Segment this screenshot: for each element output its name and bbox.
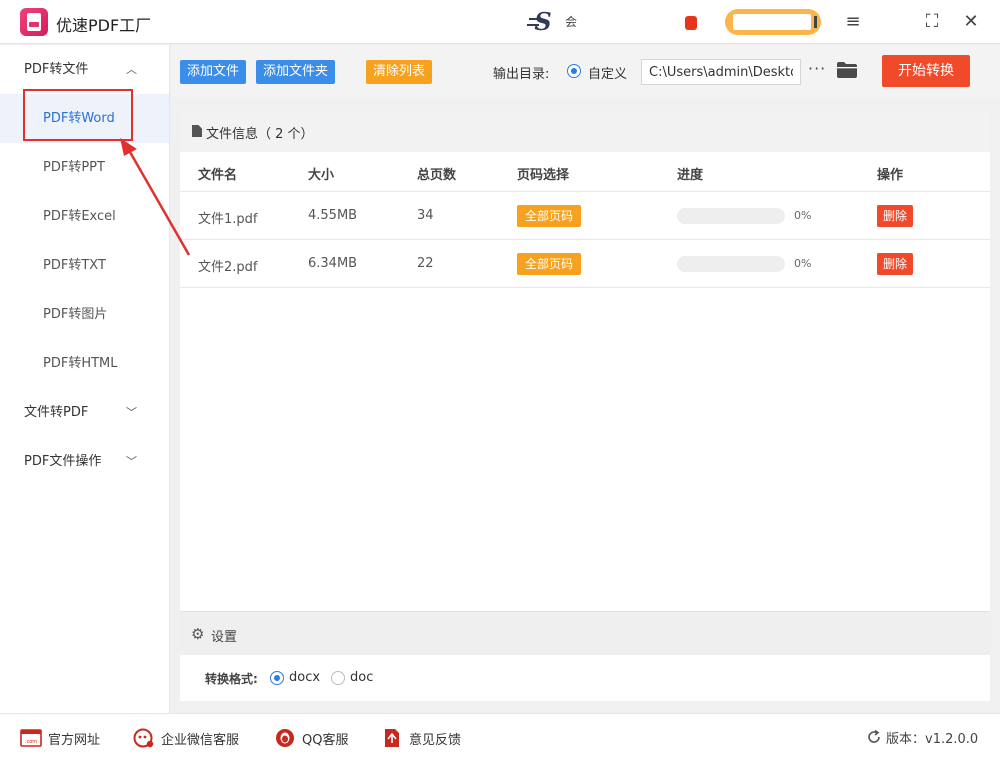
output-path-input[interactable] xyxy=(641,59,801,85)
progress-text: 0% xyxy=(794,209,812,222)
svg-text:.com: .com xyxy=(25,739,37,745)
file-size: 6.34MB xyxy=(308,256,358,271)
folder-icon[interactable] xyxy=(837,62,857,78)
maximize-icon[interactable]: ⛶ xyxy=(918,8,946,36)
sidebar: PDF转文件 ︿ PDF转Word PDF转PPT PDF转Excel PDF转… xyxy=(0,45,170,713)
format-radio-doc[interactable] xyxy=(331,671,345,685)
qq-icon xyxy=(276,729,294,747)
column-header: 页码选择 xyxy=(517,168,570,183)
sidebar-group-pdf-operations[interactable]: PDF文件操作 ﹀ xyxy=(0,437,169,486)
column-header: 总页数 xyxy=(417,168,457,183)
chevron-down-icon: ﹀ xyxy=(126,455,137,468)
sidebar-item-pdf-to-image[interactable]: PDF转图片 xyxy=(0,290,169,339)
file-panel-header: 文件信息（ 2 个） xyxy=(180,111,990,152)
settings-title: 设置 xyxy=(211,630,238,645)
title-bar: 优速PDF工厂 S 会 ≡ ⛶ ✕ xyxy=(0,0,1000,44)
sidebar-group-label: PDF转文件 xyxy=(24,62,89,77)
app-title: 优速PDF工厂 xyxy=(56,16,152,35)
user-logo-icon: S xyxy=(527,10,557,34)
footer-link-label: 企业微信客服 xyxy=(161,733,240,748)
notification-badge[interactable] xyxy=(685,16,697,30)
progress-bar xyxy=(677,208,785,224)
add-folder-button[interactable]: 添加文件夹 xyxy=(256,60,336,84)
file-pages: 22 xyxy=(417,256,434,271)
file-name: 文件2.pdf xyxy=(198,260,258,275)
settings-header: ⚙ 设置 xyxy=(180,611,990,655)
version-text: 版本：v1.2.0.0 xyxy=(886,732,979,747)
chevron-up-icon: ︿ xyxy=(126,63,137,76)
footer-link-label: 意见反馈 xyxy=(409,733,462,748)
column-header: 大小 xyxy=(308,168,335,183)
user-name: 会 xyxy=(565,15,578,29)
chevron-down-icon: ﹀ xyxy=(126,406,137,419)
column-header: 进度 xyxy=(677,168,704,183)
settings-body: 转换格式: docx doc xyxy=(180,655,990,701)
output-dir-label: 输出目录: xyxy=(493,67,550,82)
document-icon xyxy=(192,125,202,137)
table-header: 文件名 大小 总页数 页码选择 进度 操作 xyxy=(180,152,990,192)
sidebar-group-label: PDF文件操作 xyxy=(24,454,102,469)
sidebar-item-pdf-to-html[interactable]: PDF转HTML xyxy=(0,339,169,388)
close-icon[interactable]: ✕ xyxy=(957,8,985,36)
custom-output-radio[interactable] xyxy=(567,64,581,78)
web-icon: .com xyxy=(20,729,42,747)
feedback-icon xyxy=(385,729,399,747)
gear-icon: ⚙ xyxy=(191,625,205,643)
progress-bar xyxy=(677,256,785,272)
more-icon[interactable]: ··· xyxy=(808,59,826,78)
app-logo-icon xyxy=(20,8,48,36)
table-row: 文件1.pdf 4.55MB 34 全部页码 0% 删除 xyxy=(180,192,990,240)
page-select-button[interactable]: 全部页码 xyxy=(517,253,582,275)
add-file-button[interactable]: 添加文件 xyxy=(180,60,247,84)
footer: .com 官方网址 企业微信客服 QQ客服 意见反馈 版本：v1.2.0.0 xyxy=(0,713,1000,760)
clear-list-button[interactable]: 清除列表 xyxy=(366,60,433,84)
sidebar-group-label: 文件转PDF xyxy=(24,405,89,420)
column-header: 文件名 xyxy=(198,168,238,183)
page-select-button[interactable]: 全部页码 xyxy=(517,205,582,227)
sidebar-group-file-to-pdf[interactable]: 文件转PDF ﹀ xyxy=(0,388,169,437)
footer-link-label: 官方网址 xyxy=(48,733,101,748)
wechat-icon xyxy=(133,728,154,748)
format-label-doc: doc xyxy=(350,670,374,685)
column-header: 操作 xyxy=(877,168,904,183)
vip-button[interactable] xyxy=(725,9,821,35)
progress-text: 0% xyxy=(794,257,812,270)
toolbar: 添加文件 添加文件夹 清除列表 输出目录: 自定义 ··· 开始转换 xyxy=(171,45,1000,97)
delete-button[interactable]: 删除 xyxy=(877,253,914,275)
annotation-highlight-box xyxy=(23,89,133,141)
file-size: 4.55MB xyxy=(308,208,358,223)
file-name: 文件1.pdf xyxy=(198,212,258,227)
delete-button[interactable]: 删除 xyxy=(877,205,914,227)
custom-output-label: 自定义 xyxy=(588,67,628,82)
file-pages: 34 xyxy=(417,208,434,223)
format-label-docx: docx xyxy=(289,670,321,685)
menu-icon[interactable]: ≡ xyxy=(839,8,867,36)
table-row: 文件2.pdf 6.34MB 22 全部页码 0% 删除 xyxy=(180,240,990,288)
format-radio-docx[interactable] xyxy=(270,671,284,685)
start-convert-button[interactable]: 开始转换 xyxy=(882,55,970,87)
format-label: 转换格式: xyxy=(205,672,258,686)
sidebar-item-pdf-to-txt[interactable]: PDF转TXT xyxy=(0,241,169,290)
sidebar-item-pdf-to-excel[interactable]: PDF转Excel xyxy=(0,192,169,241)
sidebar-group-pdf-to-file[interactable]: PDF转文件 ︿ xyxy=(0,45,169,94)
refresh-icon[interactable] xyxy=(866,729,882,745)
sidebar-item-pdf-to-ppt[interactable]: PDF转PPT xyxy=(0,143,169,192)
file-panel-title: 文件信息（ 2 个） xyxy=(206,127,314,142)
footer-link-label: QQ客服 xyxy=(302,733,349,748)
file-panel: 文件信息（ 2 个） 文件名 大小 总页数 页码选择 进度 操作 文件1.pdf… xyxy=(180,111,990,611)
